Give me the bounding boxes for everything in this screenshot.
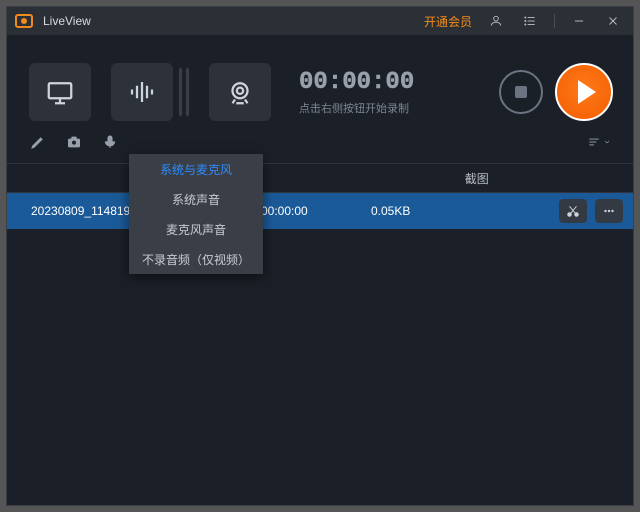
- cut-button[interactable]: [559, 199, 587, 223]
- dropdown-item-system[interactable]: 系统声音: [129, 184, 263, 214]
- table-header-screenshot[interactable]: 截图: [321, 170, 634, 187]
- dropdown-item-system-and-mic[interactable]: 系统与麦克风: [129, 154, 263, 184]
- app-title: LiveView: [43, 14, 91, 28]
- list-icon[interactable]: [516, 7, 544, 35]
- controls-row: 00:00:00 点击右侧按钮开始录制: [7, 35, 633, 131]
- app-icon: [15, 14, 33, 28]
- camera-icon[interactable]: [65, 133, 83, 151]
- microphone-icon[interactable]: [101, 133, 119, 151]
- file-duration: 00:00:00: [261, 204, 371, 218]
- timer-hint: 点击右侧按钮开始录制: [299, 100, 429, 116]
- vip-link[interactable]: 开通会员: [424, 13, 472, 30]
- file-size: 0.05KB: [371, 204, 491, 218]
- timer-value: 00:00:00: [299, 69, 429, 96]
- audio-source-dropdown: 系统与麦克风 系统声音 麦克风声音 不录音频（仅视频）: [129, 154, 263, 274]
- audio-mode-button[interactable]: [111, 63, 173, 121]
- minimize-button[interactable]: [565, 7, 593, 35]
- user-icon[interactable]: [482, 7, 510, 35]
- record-button[interactable]: [555, 63, 613, 121]
- drag-handle-icon[interactable]: [179, 68, 189, 116]
- dropdown-item-none[interactable]: 不录音频（仅视频）: [129, 244, 263, 274]
- tool-row: [7, 131, 633, 163]
- more-button[interactable]: [595, 199, 623, 223]
- timer-block: 00:00:00 点击右侧按钮开始录制: [299, 69, 429, 116]
- app-window: LiveView 开通会员: [6, 6, 634, 506]
- stop-button[interactable]: [499, 70, 543, 114]
- camera-mode-button[interactable]: [209, 63, 271, 121]
- sort-menu-icon[interactable]: [587, 135, 611, 149]
- dropdown-item-mic[interactable]: 麦克风声音: [129, 214, 263, 244]
- pencil-icon[interactable]: [29, 133, 47, 151]
- table-header: 截图: [7, 164, 633, 192]
- table-row[interactable]: 20230809_114819.mp4 00:00:00 0.05KB: [7, 193, 633, 229]
- titlebar: LiveView 开通会员: [7, 7, 633, 35]
- screen-mode-button[interactable]: [29, 63, 91, 121]
- close-button[interactable]: [599, 7, 627, 35]
